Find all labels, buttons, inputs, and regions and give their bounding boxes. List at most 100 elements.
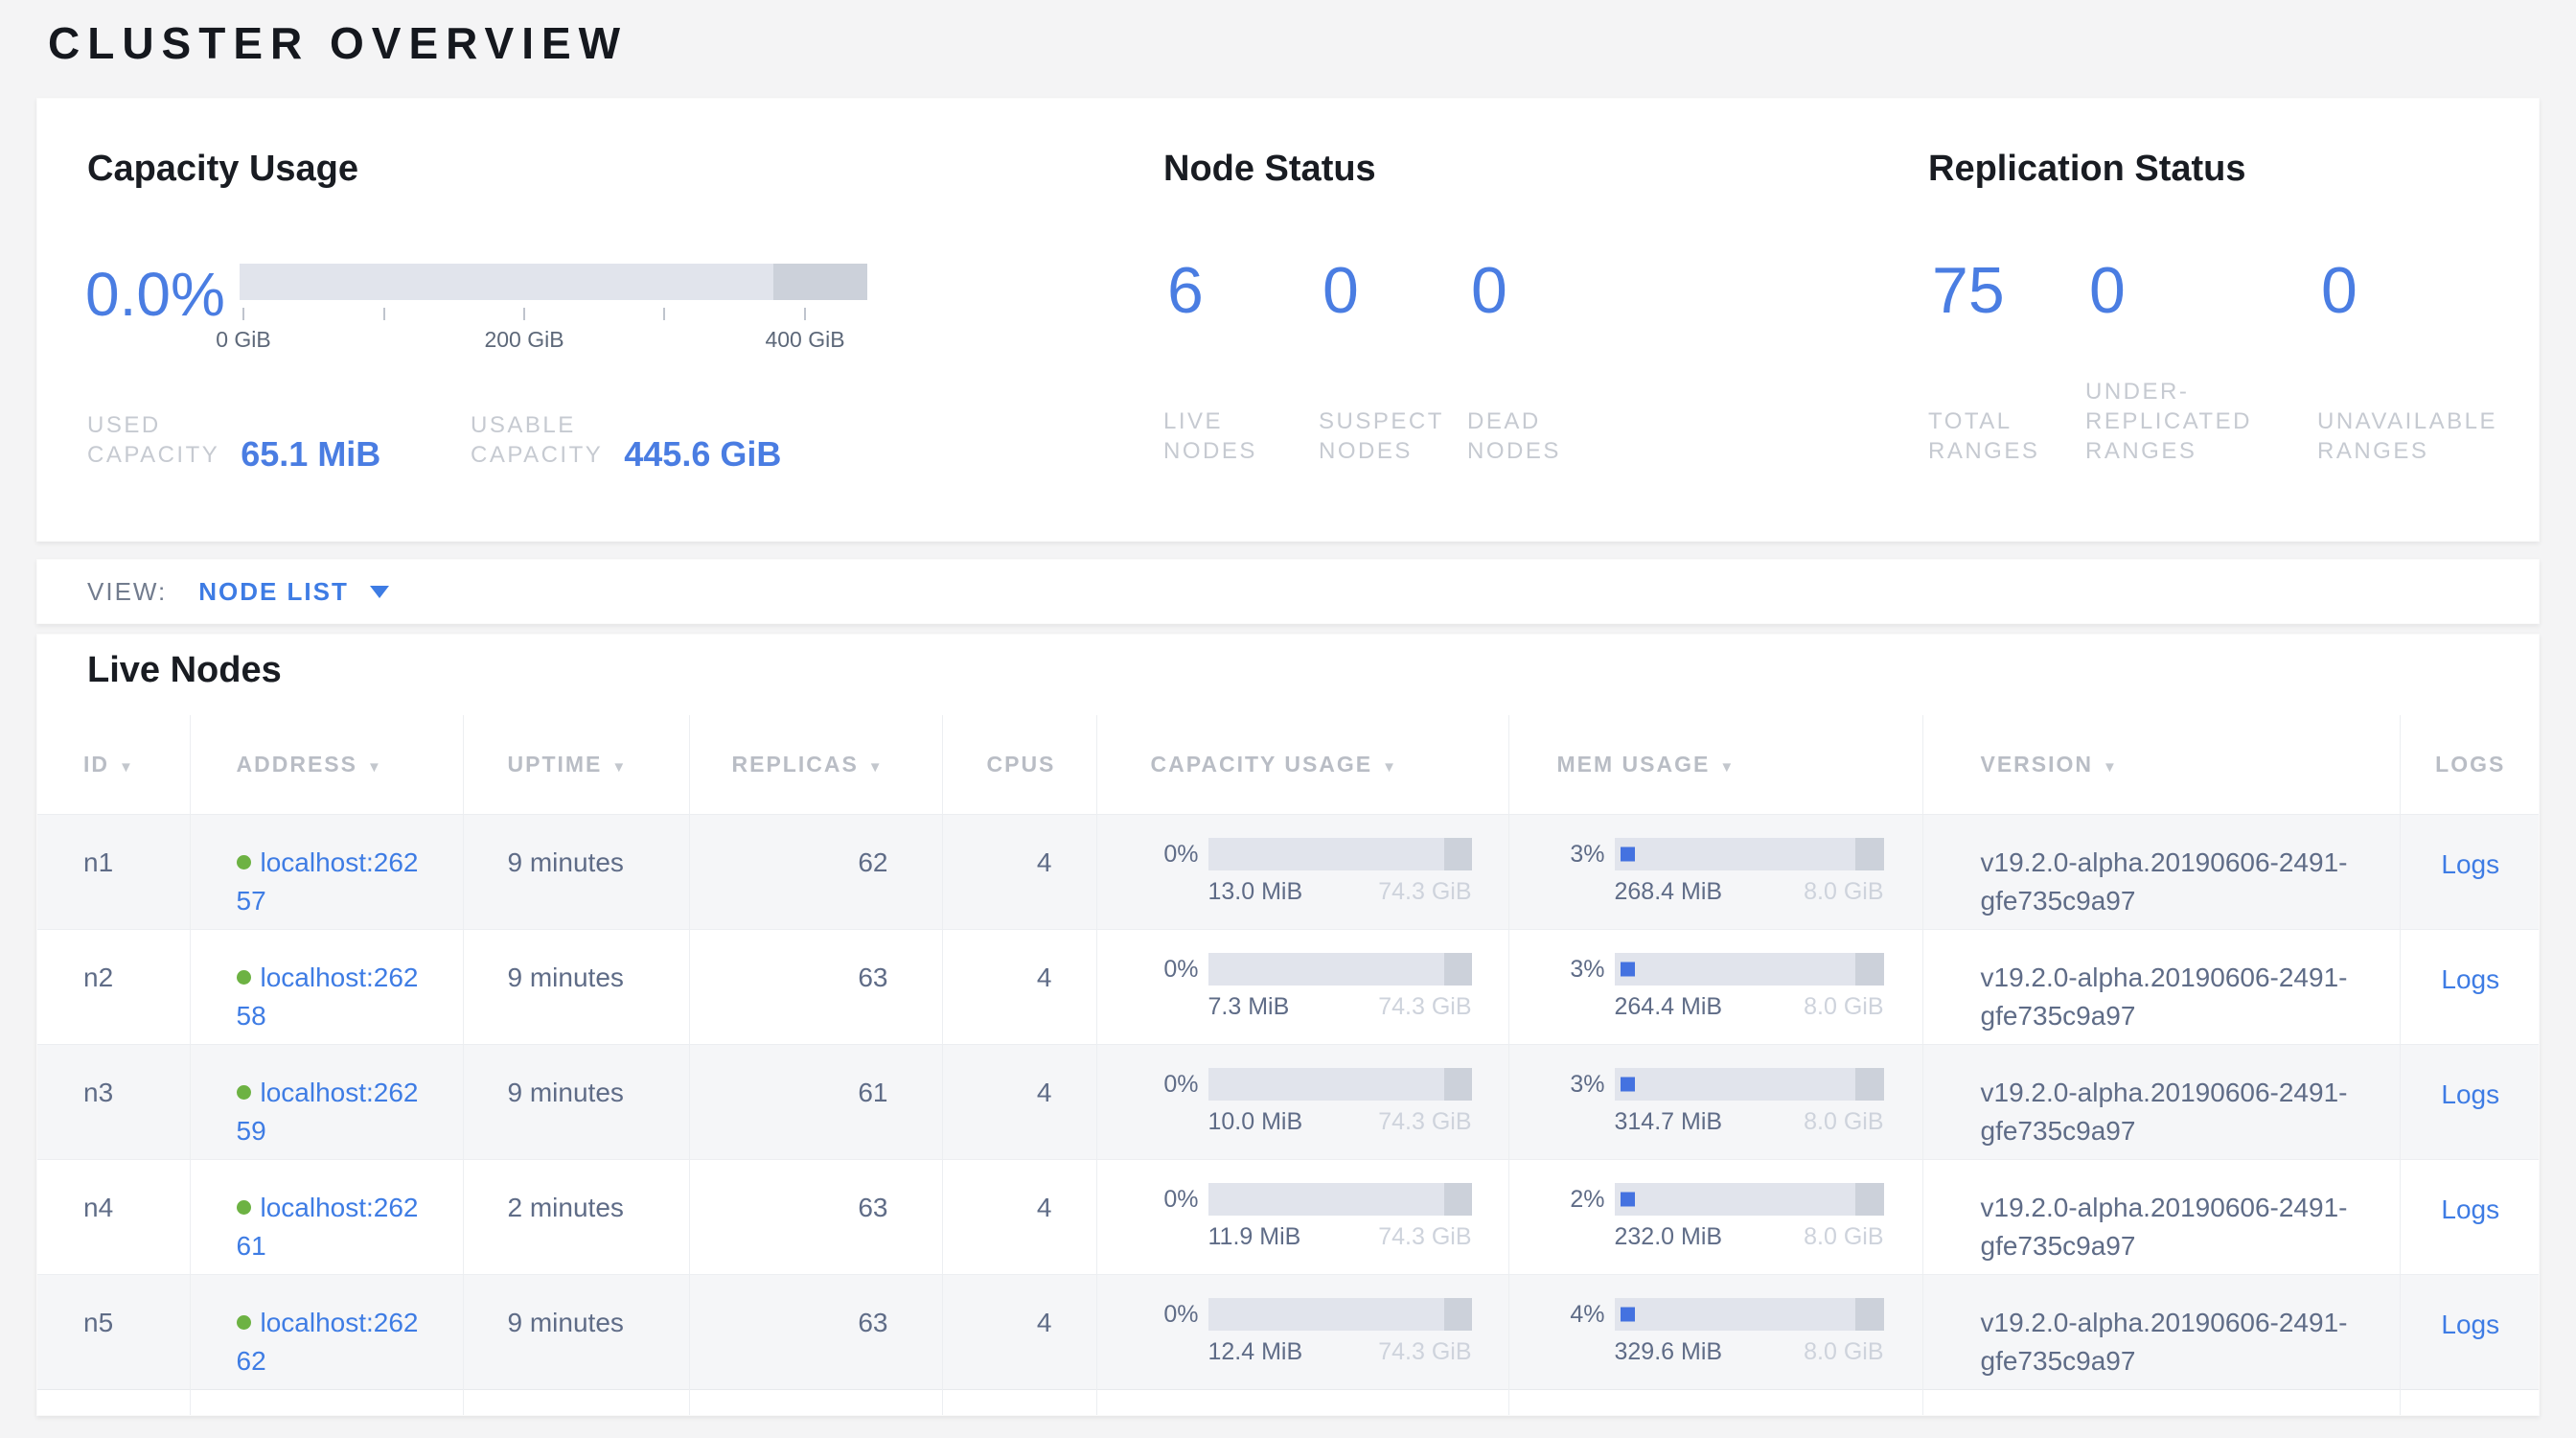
usage-used-value: 7.3 MiB xyxy=(1208,993,1290,1020)
usage-used-value: 12.4 MiB xyxy=(1208,1338,1303,1365)
replication-status-heading: Replication Status xyxy=(1928,149,2246,189)
sort-down-icon xyxy=(602,752,626,777)
usage-max-value: 8.0 GiB xyxy=(1804,993,1883,1020)
usage-bar xyxy=(1208,838,1472,870)
logs-link[interactable]: Logs xyxy=(2441,849,2499,879)
under-replicated-ranges-count: 0 xyxy=(2089,258,2126,323)
usage-bar xyxy=(1615,838,1884,870)
usage-max-value: 8.0 GiB xyxy=(1804,1108,1883,1135)
node-address-link[interactable]: localhost:26262 xyxy=(237,1308,419,1376)
column-header-replicas[interactable]: REPLICAS xyxy=(689,715,942,814)
node-id-cell: n4 xyxy=(37,1159,190,1274)
node-address-cell: localhost:26261 xyxy=(190,1159,463,1274)
view-label: VIEW: xyxy=(87,577,167,607)
usage-max-value: 74.3 GiB xyxy=(1378,1108,1471,1135)
version-cell: v19.2.0-alpha.20190606-2491-gfe735c9a97 xyxy=(1922,929,2400,1044)
logs-link[interactable]: Logs xyxy=(2441,1079,2499,1109)
usage-bar-reserved xyxy=(1444,1183,1472,1216)
axis-tick-label: 400 GiB xyxy=(765,327,844,353)
usage-percent: 4% xyxy=(1557,1298,1605,1331)
cpus-cell: 4 xyxy=(942,1274,1096,1389)
table-header-row: ID ADDRESS UPTIME REPLICAS CPUS CAPACITY… xyxy=(37,715,2540,814)
axis-tick-label: 0 GiB xyxy=(216,327,271,353)
usage-bar-used xyxy=(1621,1192,1635,1206)
view-selector-dropdown[interactable]: NODE LIST xyxy=(198,577,389,607)
usage-max-value: 74.3 GiB xyxy=(1378,993,1471,1020)
table-row-clipped xyxy=(37,1389,2540,1416)
column-header-version[interactable]: VERSION xyxy=(1922,715,2400,814)
usage-max-value: 74.3 GiB xyxy=(1378,1223,1471,1250)
sort-down-icon xyxy=(357,752,381,777)
column-header-address[interactable]: ADDRESS xyxy=(190,715,463,814)
logs-link[interactable]: Logs xyxy=(2441,1194,2499,1224)
suspect-nodes-label: SUSPECT NODES xyxy=(1319,406,1444,466)
logs-cell: Logs xyxy=(2400,1044,2540,1159)
used-capacity-stat: USED CAPACITY 65.1 MiB xyxy=(87,410,380,470)
usage-bar xyxy=(1208,953,1472,986)
column-header-mem-usage[interactable]: MEM USAGE xyxy=(1508,715,1922,814)
axis-tick xyxy=(663,308,665,320)
axis-tick xyxy=(804,308,806,320)
node-live-dot xyxy=(237,855,251,870)
mem-usage-cell: 4% 329.6 MiB8.0 GiB xyxy=(1508,1274,1922,1389)
nodes-table: ID ADDRESS UPTIME REPLICAS CPUS CAPACITY… xyxy=(37,715,2540,1416)
uptime-cell: 2 minutes xyxy=(463,1159,689,1274)
replicas-cell: 63 xyxy=(689,929,942,1044)
usage-bar xyxy=(1615,1183,1884,1216)
dead-nodes-label: DEAD NODES xyxy=(1467,406,1561,466)
usage-used-value: 268.4 MiB xyxy=(1615,878,1723,905)
usable-capacity-stat: USABLE CAPACITY 445.6 GiB xyxy=(471,410,781,470)
capacity-axis-labels: 0 GiB 200 GiB 400 GiB xyxy=(240,327,867,356)
cpus-cell: 4 xyxy=(942,1044,1096,1159)
logs-cell: Logs xyxy=(2400,814,2540,929)
capacity-usage-cell: 0% 10.0 MiB74.3 GiB xyxy=(1096,1044,1508,1159)
summary-card: Capacity Usage 0.0% 0 GiB 200 GiB 400 Gi… xyxy=(36,98,2540,542)
version-cell: v19.2.0-alpha.20190606-2491-gfe735c9a97 xyxy=(1922,1159,2400,1274)
usage-bar-used xyxy=(1621,847,1635,861)
table-row: n1 localhost:26257 9 minutes 62 4 0% 13.… xyxy=(37,814,2540,929)
cpus-cell: 4 xyxy=(942,814,1096,929)
capacity-usage-cell: 0% 11.9 MiB74.3 GiB xyxy=(1096,1159,1508,1274)
node-address-cell: localhost:26258 xyxy=(190,929,463,1044)
usage-percent: 3% xyxy=(1557,838,1605,870)
usage-bar-reserved xyxy=(1855,1068,1884,1101)
replicas-cell: 62 xyxy=(689,814,942,929)
table-row: n4 localhost:26261 2 minutes 63 4 0% 11.… xyxy=(37,1159,2540,1274)
usage-bar xyxy=(1208,1298,1472,1331)
usage-bar-reserved xyxy=(1855,1183,1884,1216)
usage-used-value: 264.4 MiB xyxy=(1615,993,1723,1020)
node-address-link[interactable]: localhost:26258 xyxy=(237,963,419,1031)
node-live-dot xyxy=(237,1200,251,1215)
node-live-dot xyxy=(237,1085,251,1100)
version-cell: v19.2.0-alpha.20190606-2491-gfe735c9a97 xyxy=(1922,1044,2400,1159)
column-header-uptime[interactable]: UPTIME xyxy=(463,715,689,814)
node-address-link[interactable]: localhost:26257 xyxy=(237,847,419,916)
usage-used-value: 13.0 MiB xyxy=(1208,878,1303,905)
usage-max-value: 74.3 GiB xyxy=(1378,878,1471,905)
usage-bar-reserved xyxy=(1855,838,1884,870)
node-address-cell: localhost:26259 xyxy=(190,1044,463,1159)
mem-usage-cell: 3% 264.4 MiB8.0 GiB xyxy=(1508,929,1922,1044)
node-address-cell: localhost:26257 xyxy=(190,814,463,929)
capacity-usage-cell: 0% 12.4 MiB74.3 GiB xyxy=(1096,1274,1508,1389)
axis-tick xyxy=(242,308,244,320)
usage-used-value: 11.9 MiB xyxy=(1208,1223,1301,1250)
capacity-usage-cell: 0% 7.3 MiB74.3 GiB xyxy=(1096,929,1508,1044)
column-header-capacity-usage[interactable]: CAPACITY USAGE xyxy=(1096,715,1508,814)
usage-used-value: 314.7 MiB xyxy=(1615,1108,1723,1135)
node-address-link[interactable]: localhost:26259 xyxy=(237,1078,419,1146)
unavailable-ranges-count: 0 xyxy=(2321,258,2358,323)
logs-link[interactable]: Logs xyxy=(2441,964,2499,994)
live-nodes-label: LIVE NODES xyxy=(1163,406,1257,466)
usage-percent: 3% xyxy=(1557,1068,1605,1101)
replicas-cell: 61 xyxy=(689,1044,942,1159)
logs-cell: Logs xyxy=(2400,929,2540,1044)
usage-bar xyxy=(1208,1183,1472,1216)
usage-bar-reserved xyxy=(1444,953,1472,986)
table-row: n2 localhost:26258 9 minutes 63 4 0% 7.3… xyxy=(37,929,2540,1044)
chevron-down-icon xyxy=(370,586,389,598)
column-header-id[interactable]: ID xyxy=(37,715,190,814)
logs-link[interactable]: Logs xyxy=(2441,1310,2499,1339)
node-address-link[interactable]: localhost:26261 xyxy=(237,1193,419,1261)
node-address-cell: localhost:26262 xyxy=(190,1274,463,1389)
